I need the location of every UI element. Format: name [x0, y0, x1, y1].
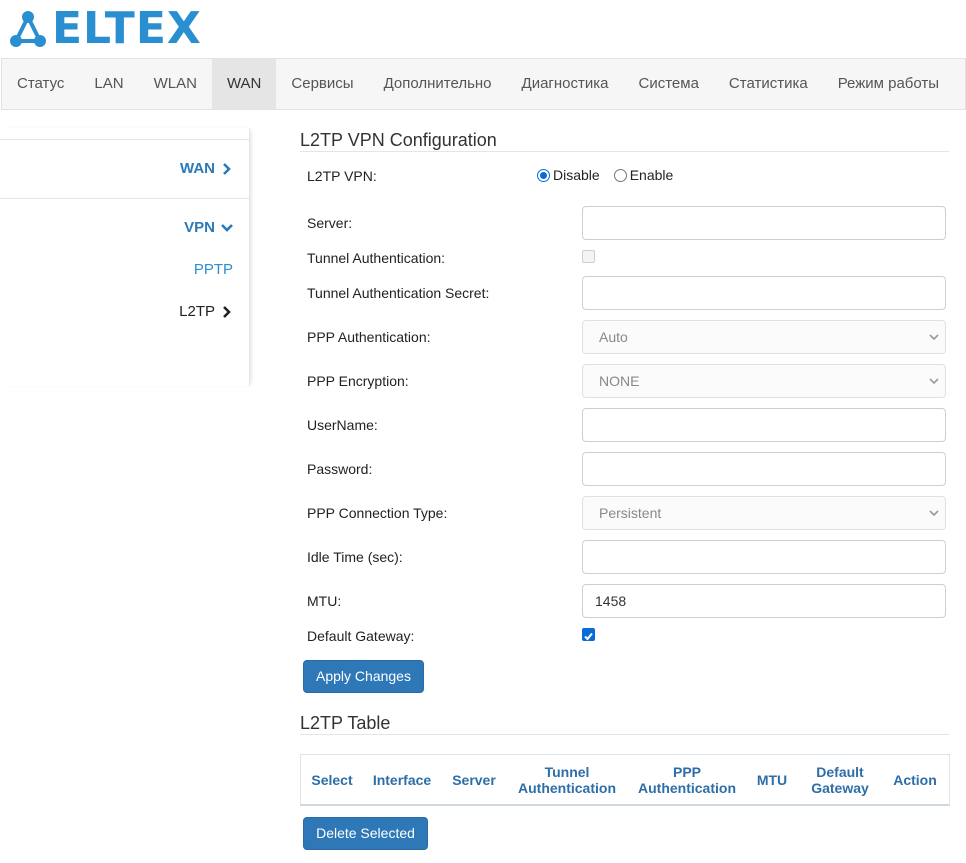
header-text: Gateway	[811, 780, 869, 796]
table-header-server: Server	[446, 755, 502, 805]
logo-text: ELTEX	[52, 3, 202, 54]
chevron-right-icon	[223, 305, 231, 318]
nav-item-lan[interactable]: LAN	[79, 59, 138, 109]
default-gateway-checkbox[interactable]	[582, 628, 595, 641]
server-label: Server:	[307, 215, 353, 231]
sidebar-item-label: L2TP	[179, 303, 215, 320]
sidebar-divider	[0, 139, 249, 140]
table-header-default-gateway: Default Gateway	[801, 755, 879, 805]
nav-item-statistics[interactable]: Статистика	[714, 59, 823, 109]
radio-disable-label[interactable]: Disable	[553, 167, 600, 183]
nav-item-advanced[interactable]: Дополнительно	[369, 59, 507, 109]
table-header-mtu: MTU	[751, 755, 793, 805]
username-input[interactable]	[582, 408, 946, 442]
header-text: Select	[311, 772, 353, 788]
table-header-tunnel-auth: Tunnel Authentication	[511, 755, 623, 805]
chevron-right-icon	[223, 162, 231, 175]
ppp-auth-select[interactable]: Auto	[582, 320, 946, 354]
l2tp-vpn-label: L2TP VPN:	[307, 168, 377, 184]
password-input[interactable]	[582, 452, 946, 486]
header-text: MTU	[756, 772, 788, 788]
nav-item-services[interactable]: Сервисы	[276, 59, 368, 109]
check-icon	[584, 632, 593, 641]
nav-item-system[interactable]: Система	[624, 59, 714, 109]
eltex-logo[interactable]: ELTEX	[8, 3, 202, 54]
tunnel-secret-label: Tunnel Authentication Secret:	[307, 285, 490, 301]
sidebar-item-wan[interactable]: WAN	[180, 160, 233, 177]
header-text: Authentication	[638, 780, 736, 796]
tunnel-auth-label: Tunnel Authentication:	[307, 250, 446, 266]
radio-enable[interactable]	[613, 168, 627, 182]
chevron-down-icon	[929, 334, 939, 341]
sidebar-item-vpn[interactable]: VPN	[184, 219, 233, 236]
idle-time-input[interactable]	[582, 540, 946, 574]
header-text: Server	[452, 772, 496, 788]
ppp-auth-label: PPP Authentication:	[307, 329, 431, 345]
ppp-enc-value: NONE	[599, 373, 640, 389]
ppp-enc-label: PPP Encryption:	[307, 373, 409, 389]
password-label: Password:	[307, 461, 373, 477]
table-header-action: Action	[885, 755, 945, 805]
main-nav: Статус LAN WLAN WAN Сервисы Дополнительн…	[1, 58, 966, 110]
idle-time-label: Idle Time (sec):	[307, 549, 403, 565]
header-text: PPP	[672, 764, 701, 780]
radio-enable-label[interactable]: Enable	[630, 167, 674, 183]
header-text: Default	[816, 764, 864, 780]
sidebar-item-pptp[interactable]: PPTP	[194, 261, 233, 278]
chevron-down-icon	[929, 510, 939, 517]
table-header-ppp-auth: PPP Authentication	[631, 755, 743, 805]
conn-type-select[interactable]: Persistent	[582, 496, 946, 530]
config-title: L2TP VPN Configuration	[300, 130, 497, 150]
nav-item-wlan[interactable]: WLAN	[139, 59, 212, 109]
radio-disable[interactable]	[537, 168, 550, 182]
table-title: L2TP Table	[300, 713, 391, 733]
default-gateway-label: Default Gateway:	[307, 628, 415, 644]
table-header-interface: Interface	[367, 755, 437, 805]
sidebar: WAN VPN PPTP L2TP	[0, 128, 250, 386]
ppp-enc-select[interactable]: NONE	[582, 364, 946, 398]
mtu-label: MTU:	[307, 593, 342, 609]
table-header-select: Select	[305, 755, 359, 805]
sidebar-divider	[0, 198, 249, 199]
delete-selected-button[interactable]: Delete Selected	[303, 817, 428, 850]
sidebar-item-label: VPN	[184, 219, 215, 236]
conn-type-value: Persistent	[599, 505, 662, 521]
username-label: UserName:	[307, 417, 378, 433]
header-text: Action	[893, 772, 937, 788]
conn-type-label: PPP Connection Type:	[307, 505, 448, 521]
apply-changes-button[interactable]: Apply Changes	[303, 660, 424, 693]
tunnel-auth-checkbox[interactable]	[582, 250, 595, 263]
server-input[interactable]	[582, 206, 946, 240]
nav-item-status[interactable]: Статус	[2, 59, 79, 109]
l2tp-table: Select Interface Server Tunnel Authentic…	[300, 754, 950, 806]
mtu-input[interactable]: 1458	[582, 584, 946, 618]
l2tp-vpn-radio-group: Disable Enable	[537, 167, 673, 183]
header-text: Interface	[372, 772, 432, 788]
eltex-logo-icon	[10, 11, 46, 47]
sidebar-item-label: WAN	[180, 160, 215, 177]
header-text: Authentication	[518, 780, 616, 796]
header-text: Tunnel	[544, 764, 590, 780]
chevron-down-icon	[929, 378, 939, 385]
chevron-down-icon	[221, 223, 233, 232]
nav-item-mode[interactable]: Режим работы	[823, 59, 954, 109]
nav-item-diagnostics[interactable]: Диагностика	[507, 59, 624, 109]
nav-item-wan[interactable]: WAN	[211, 59, 277, 109]
sidebar-item-label: PPTP	[193, 261, 233, 278]
sidebar-item-l2tp[interactable]: L2TP	[179, 303, 233, 320]
tunnel-secret-input[interactable]	[582, 276, 946, 310]
section-divider	[300, 151, 949, 152]
section-divider	[300, 734, 949, 735]
ppp-auth-value: Auto	[599, 329, 628, 345]
